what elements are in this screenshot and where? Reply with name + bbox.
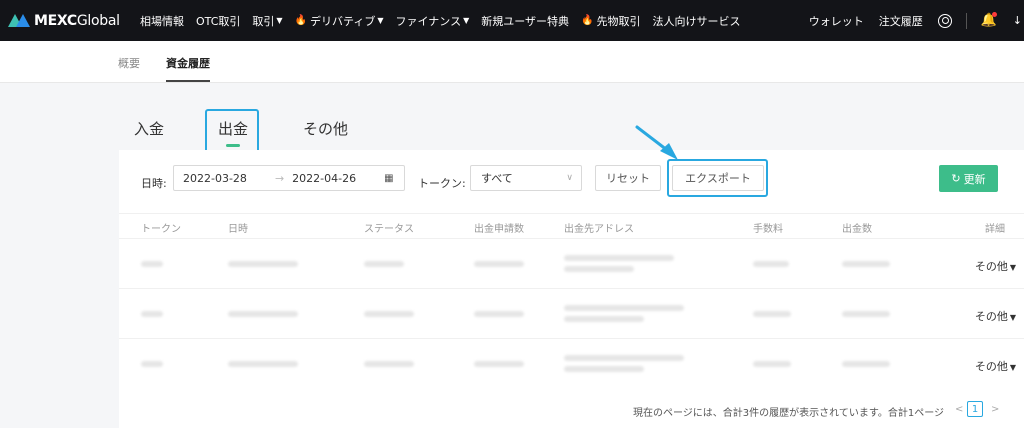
tab-deposit[interactable]: 入金 xyxy=(134,118,164,139)
table-row: その他 ▼ xyxy=(119,238,1024,288)
date-range-picker[interactable]: 2022-03-28 → 2022-04-26 ▦ xyxy=(173,165,405,191)
table-header: トークン 日時 ステータス 出金申請数 出金先アドレス 手数料 出金数 詳細 xyxy=(119,213,1024,237)
chevron-down-icon: ▼ xyxy=(377,16,384,25)
date-label: 日時: xyxy=(141,177,167,190)
redacted-cell xyxy=(842,311,890,317)
nav-item-institutional[interactable]: 法人向けサービス xyxy=(652,13,740,29)
download-icon[interactable]: ↓ xyxy=(1013,14,1022,27)
brand-name: MEXC xyxy=(34,12,77,29)
redacted-cell xyxy=(474,261,524,267)
redacted-cell xyxy=(474,361,524,367)
nav-item-futures[interactable]: 🔥 先物取引 xyxy=(581,13,640,29)
nav-item-finance[interactable]: ファイナンス ▼ xyxy=(396,13,470,29)
col-address: 出金先アドレス xyxy=(564,224,634,235)
user-icon[interactable] xyxy=(937,13,952,28)
redacted-cell xyxy=(228,361,298,367)
redacted-cell xyxy=(564,366,644,372)
top-nav: MEXCGlobal 相場情報 OTC取引 取引 ▼ 🔥 デリバティブ ▼ ファイナン… xyxy=(0,0,1024,41)
redacted-cell xyxy=(564,255,674,261)
nav-item-markets[interactable]: 相場情報 xyxy=(140,13,184,29)
detail-dropdown[interactable]: その他 ▼ xyxy=(975,358,1016,374)
mexc-logo-icon xyxy=(8,14,30,27)
refresh-icon: ↻ xyxy=(951,172,961,185)
chevron-down-icon: ▼ xyxy=(463,16,470,25)
fire-icon: 🔥 xyxy=(294,15,308,26)
redacted-cell xyxy=(364,261,404,267)
col-status: ステータス xyxy=(364,224,414,235)
withdraw-history-panel: 日時: 2022-03-28 → 2022-04-26 ▦ トークン: すべて … xyxy=(119,150,1024,428)
redacted-cell xyxy=(474,311,524,317)
chevron-down-icon: ▼ xyxy=(276,16,283,25)
next-page-button[interactable]: > xyxy=(991,404,999,415)
redacted-cell xyxy=(753,361,791,367)
highlight-box-export xyxy=(667,159,768,197)
brand-logo[interactable]: MEXCGlobal xyxy=(8,13,140,29)
table-row: その他 ▼ xyxy=(119,288,1024,338)
redacted-cell xyxy=(364,311,414,317)
prev-page-button[interactable]: < xyxy=(955,404,963,415)
calendar-icon[interactable]: ▦ xyxy=(384,173,393,184)
col-token: トークン xyxy=(141,224,181,235)
col-request-amount: 出金申請数 xyxy=(474,224,524,235)
redacted-cell xyxy=(564,266,634,272)
reset-button[interactable]: リセット xyxy=(595,165,661,191)
nav-divider xyxy=(965,12,967,29)
detail-dropdown[interactable]: その他 ▼ xyxy=(975,258,1016,274)
sub-nav: 概要 資金履歴 xyxy=(0,41,1024,83)
chevron-down-icon: ▼ xyxy=(1009,263,1016,272)
redacted-cell xyxy=(228,261,298,267)
nav-item-wallet[interactable]: ウォレット xyxy=(809,13,864,29)
redacted-cell xyxy=(753,311,791,317)
fire-icon: 🔥 xyxy=(581,15,594,26)
pagination-summary: 現在のページには、合計3件の履歴が表示されています。合計1ページ xyxy=(632,408,944,419)
redacted-cell xyxy=(141,361,163,367)
redacted-cell xyxy=(564,316,644,322)
refresh-button[interactable]: ↻ 更新 xyxy=(939,165,998,192)
redacted-cell xyxy=(364,361,414,367)
col-date: 日時 xyxy=(228,224,248,235)
nav-item-trade[interactable]: 取引 ▼ xyxy=(252,13,282,29)
date-to-value[interactable]: 2022-04-26 xyxy=(292,172,356,185)
chevron-down-icon: ∨ xyxy=(566,173,573,183)
redacted-cell xyxy=(842,361,890,367)
chevron-down-icon: ▼ xyxy=(1009,363,1016,372)
table-row: その他 ▼ xyxy=(119,338,1024,388)
tab-other[interactable]: その他 xyxy=(303,118,348,139)
subtab-fund-history[interactable]: 資金履歴 xyxy=(166,55,210,71)
highlight-box-withdraw xyxy=(205,109,259,155)
date-separator: → xyxy=(274,171,285,185)
date-from-value[interactable]: 2022-03-28 xyxy=(183,172,247,185)
token-label: トークン: xyxy=(418,177,466,190)
nav-item-new-user[interactable]: 新規ユーザー特典 xyxy=(481,13,569,29)
brand-suffix: Global xyxy=(76,12,120,29)
token-select[interactable]: すべて ∨ xyxy=(470,165,582,191)
col-amount: 出金数 xyxy=(842,224,872,235)
redacted-cell xyxy=(141,261,163,267)
subtab-active-underline xyxy=(166,80,210,82)
notification-dot xyxy=(991,11,997,17)
bell-icon[interactable]: 🔔 xyxy=(981,11,997,28)
nav-item-otc[interactable]: OTC取引 xyxy=(196,13,240,29)
redacted-cell xyxy=(753,261,789,267)
redacted-cell xyxy=(842,261,890,267)
page-number-1[interactable]: 1 xyxy=(967,401,983,417)
nav-right: ウォレット 注文履歴 🔔 ↓ xyxy=(809,0,1024,41)
redacted-cell xyxy=(564,355,684,361)
token-select-value: すべて xyxy=(481,172,513,185)
redacted-cell xyxy=(564,305,684,311)
subtab-overview[interactable]: 概要 xyxy=(118,55,140,71)
nav-item-derivatives[interactable]: 🔥 デリバティブ ▼ xyxy=(295,13,384,29)
col-detail: 詳細 xyxy=(985,224,1005,235)
col-fee: 手数料 xyxy=(753,224,783,235)
nav-item-orders[interactable]: 注文履歴 xyxy=(879,13,923,29)
detail-dropdown[interactable]: その他 ▼ xyxy=(975,308,1016,324)
nav-items: 相場情報 OTC取引 取引 ▼ 🔥 デリバティブ ▼ ファイナンス ▼ 新規ユーザー特典… xyxy=(140,13,752,29)
redacted-cell xyxy=(228,311,298,317)
redacted-cell xyxy=(141,311,163,317)
chevron-down-icon: ▼ xyxy=(1009,313,1016,322)
refresh-label: 更新 xyxy=(963,172,986,186)
